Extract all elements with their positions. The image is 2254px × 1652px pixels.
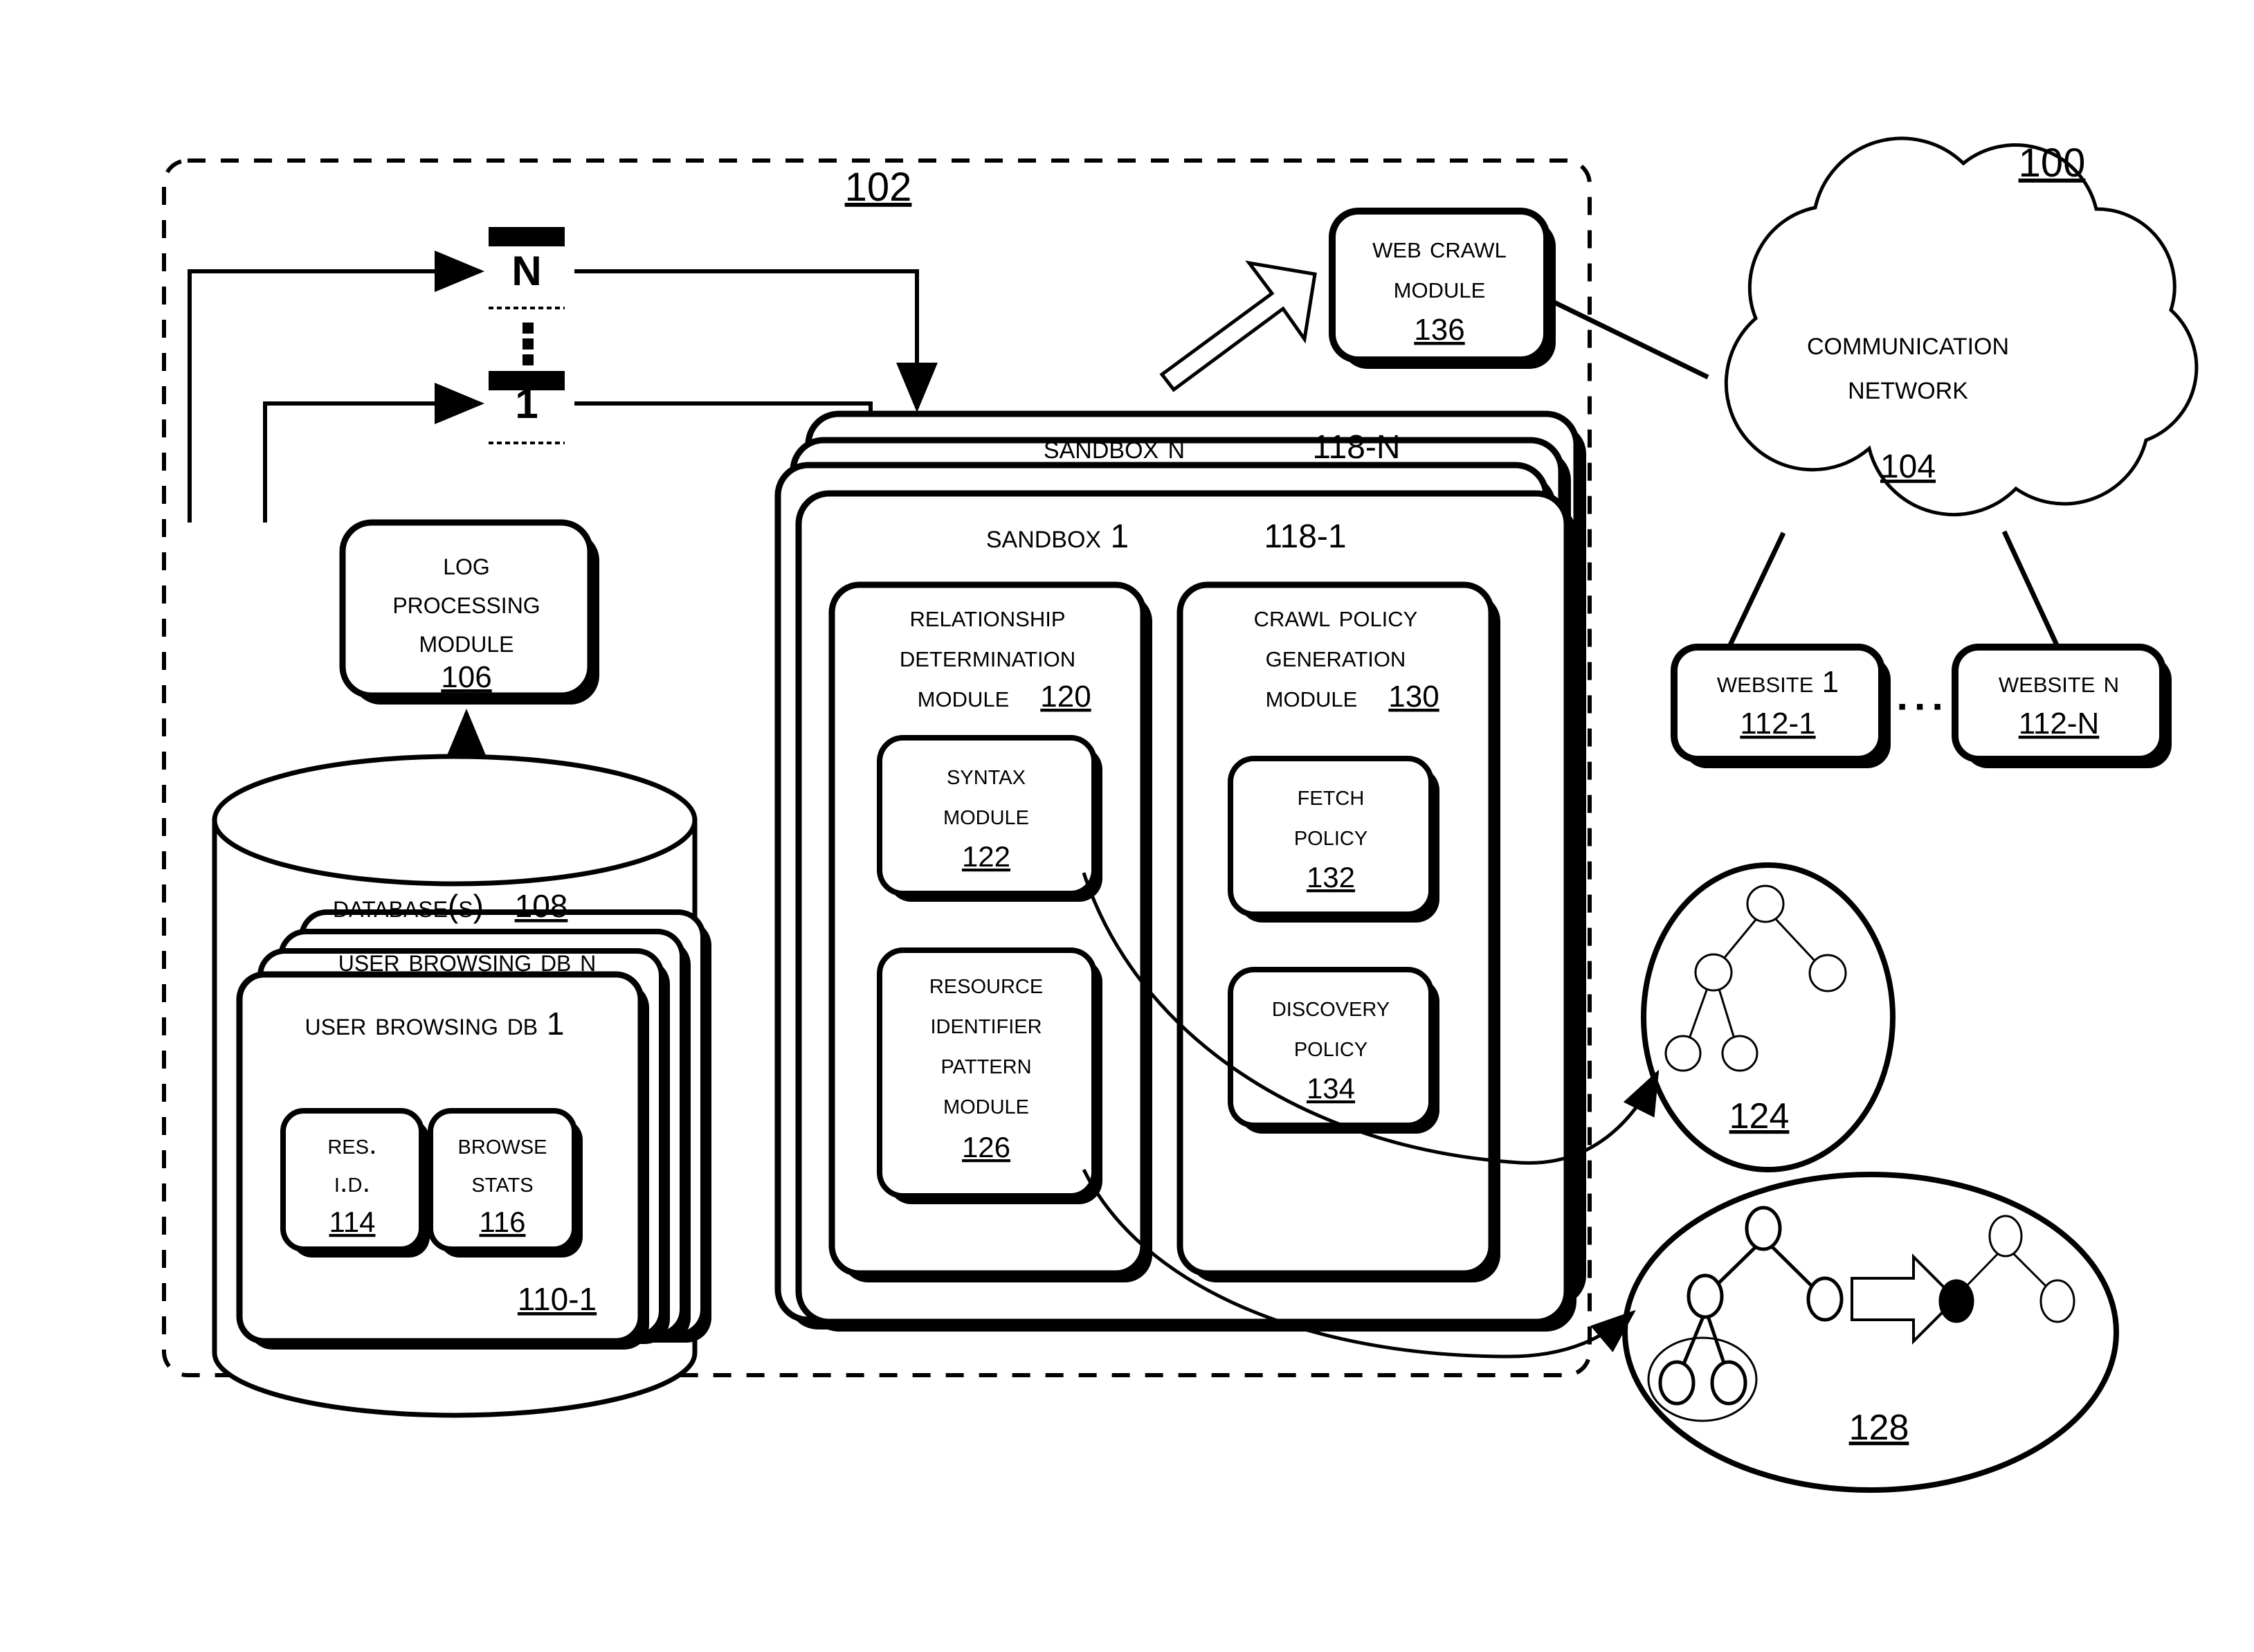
syntax-module-line2: Module <box>943 798 1029 830</box>
patent-figure: 100 102 N 1 Log Processing Module 106 Da… <box>0 0 2254 1652</box>
tree-graph-128-ref: 128 <box>1849 1408 1909 1448</box>
crawl-system-ref-102: 102 <box>845 165 912 210</box>
communication-network-line2: Network <box>1848 370 1968 406</box>
relationship-module-ref: 120 <box>1040 680 1091 714</box>
figure-text-layer: 100 102 N 1 Log Processing Module 106 Da… <box>305 140 2119 1448</box>
fetch-policy-line1: Fetch <box>1298 779 1365 811</box>
log-processing-module-ref: 106 <box>441 660 491 694</box>
res-id-ref: 114 <box>329 1206 376 1238</box>
sandbox-n-label: Sandbox N <box>1044 429 1185 466</box>
resource-pattern-line1: Resource <box>929 967 1043 999</box>
communication-network-ref: 104 <box>1880 448 1936 485</box>
website-n-ref: 112-N <box>2019 707 2100 741</box>
sandbox-1-label: Sandbox 1 <box>986 518 1129 555</box>
browse-stats-line1: Browse <box>458 1127 547 1160</box>
crawl-policy-module-line2: Generation <box>1266 639 1406 673</box>
log-processing-module-line2: Processing <box>392 584 540 620</box>
website-n-label: Website N <box>1999 665 2119 699</box>
res-id-line2: I.D. <box>334 1165 370 1198</box>
resource-pattern-line4: Module <box>943 1087 1029 1120</box>
resource-pattern-line2: Identifier <box>930 1007 1042 1040</box>
browse-stats-line2: Stats <box>471 1165 533 1198</box>
database-ref: 108 <box>515 888 568 924</box>
crawl-policy-module-line1: Crawl Policy <box>1254 599 1418 633</box>
fetch-policy-line2: Policy <box>1294 819 1367 851</box>
log-processing-module-line1: Log <box>443 545 490 581</box>
discovery-policy-line1: Discovery <box>1272 990 1390 1022</box>
relationship-module-line2: Determination <box>900 639 1075 673</box>
log-processing-module-line3: Module <box>419 623 514 659</box>
queue-label-1: 1 <box>515 381 538 427</box>
queue-label-n: N <box>511 248 541 294</box>
crawl-policy-module-line3: Module <box>1266 680 1358 714</box>
website-1-label: Website 1 <box>1717 665 1839 699</box>
database-title: Database(s) <box>333 888 484 924</box>
db-1-label: User Browsing DB 1 <box>305 1006 564 1042</box>
web-crawl-module-ref: 136 <box>1414 313 1464 347</box>
tree-graph-124-ref: 124 <box>1729 1096 1790 1136</box>
websites-ellipsis: ▪ ▪ ▪ <box>1898 693 1943 720</box>
web-crawl-module-line2: Module <box>1394 271 1486 305</box>
browse-stats-ref: 116 <box>480 1206 526 1238</box>
res-id-line1: Res. <box>327 1127 376 1160</box>
crawl-policy-module-ref: 130 <box>1388 680 1439 714</box>
resource-pattern-ref: 126 <box>962 1131 1010 1163</box>
discovery-policy-ref: 134 <box>1307 1072 1355 1105</box>
relationship-module-line1: Relationship <box>909 599 1065 633</box>
fetch-policy-ref: 132 <box>1307 861 1355 893</box>
web-crawl-module-line1: Web Crawl <box>1372 230 1507 264</box>
relationship-module-line3: Module <box>918 680 1010 714</box>
syntax-module-ref: 122 <box>962 840 1010 873</box>
sandbox-n-ref: 118-N <box>1312 429 1400 466</box>
discovery-policy-line2: Policy <box>1294 1030 1367 1062</box>
system-ref-100: 100 <box>2019 140 2086 185</box>
website-1-ref: 112-1 <box>1740 707 1815 741</box>
sandbox-1-ref: 118-1 <box>1264 518 1346 555</box>
resource-pattern-line3: Pattern <box>940 1047 1031 1080</box>
syntax-module-line1: Syntax <box>947 758 1026 790</box>
communication-network-line1: Communication <box>1807 325 2009 362</box>
db-n-label: User Browsing DB N <box>338 942 597 978</box>
db-1-ref: 110-1 <box>518 1281 597 1317</box>
